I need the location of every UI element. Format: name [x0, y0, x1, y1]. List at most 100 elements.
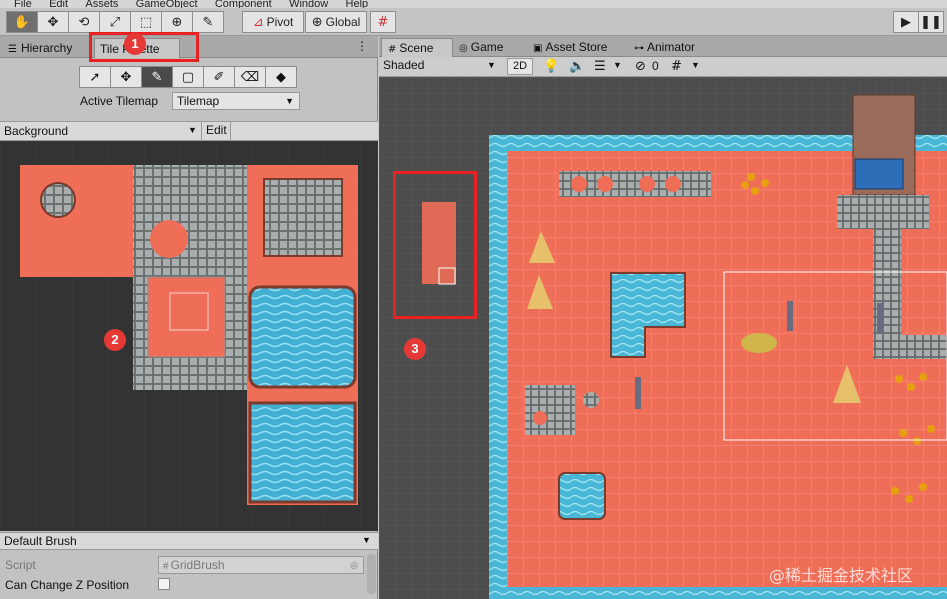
active-tilemap-dropdown[interactable]: Tilemap ▼ — [172, 92, 300, 110]
character — [877, 303, 883, 333]
eraser-icon: ⌫ — [240, 69, 260, 85]
brush-dropdown-icon[interactable]: ▼ — [362, 535, 371, 545]
globe-icon: ⊕ — [311, 14, 323, 30]
palette-tile — [20, 165, 133, 277]
grid-dropdown-icon[interactable]: ▼ — [691, 60, 700, 70]
move-icon: ✥ — [120, 69, 132, 85]
tile-palette-canvas — [0, 141, 378, 531]
shading-mode-label: Shaded — [383, 58, 425, 72]
palette-dropdown-icon[interactable]: ▼ — [188, 125, 197, 135]
tab-asset-store[interactable]: ▣ Asset Store — [533, 38, 633, 57]
menu-help[interactable]: Help — [346, 0, 369, 8]
annotation-badge-2: 2 — [104, 329, 126, 351]
2d-toggle[interactable]: 2D — [507, 58, 533, 75]
menu-component[interactable]: Component — [215, 0, 272, 8]
transform-tool-button[interactable]: ⊕ — [161, 11, 193, 33]
gamepad-icon: ◎ — [459, 43, 468, 54]
can-change-z-label: Can Change Z Position — [5, 578, 130, 592]
tab-animator-label: Animator — [647, 40, 696, 54]
rotate-icon: ⟲ — [78, 14, 90, 30]
eyedropper-icon: ✐ — [213, 69, 225, 85]
tab-scene[interactable]: # Scene — [381, 38, 453, 57]
rect-tool-button[interactable]: ⬚ — [130, 11, 162, 33]
grid-toggle-icon[interactable]: # — [671, 60, 682, 73]
scene-view[interactable] — [379, 77, 947, 599]
menu-edit[interactable]: Edit — [49, 0, 68, 8]
box-icon: ▢ — [181, 69, 195, 85]
tab-animator[interactable]: ⊶ Animator — [634, 38, 724, 57]
lighting-icon[interactable]: 💡 — [543, 60, 559, 73]
tab-hierarchy[interactable]: ☰ Hierarchy — [8, 38, 90, 58]
pivot-label: Pivot — [266, 15, 294, 29]
edit-palette-button[interactable]: Edit — [201, 122, 231, 140]
menu-window[interactable]: Window — [289, 0, 328, 8]
audio-icon[interactable]: 🔈 — [569, 60, 585, 73]
brush-name[interactable]: Default Brush — [4, 534, 77, 548]
grid-snap-icon: # — [377, 14, 389, 30]
pause-icon: ❚❚ — [920, 14, 942, 30]
paint-bucket-icon: ◆ — [276, 69, 286, 85]
chevron-down-icon: ▼ — [285, 96, 294, 106]
annotation-badge-1: 1 — [124, 33, 146, 55]
character — [787, 301, 793, 331]
move-tool-button[interactable]: ✥ — [37, 11, 69, 33]
tab-scene-label: Scene — [399, 41, 434, 55]
tile-palette-panel: ☰Hierarchy Tile Palette ⋮ ➚ ✥ ✎ ▢ ✐ ⌫ ◆ … — [0, 36, 378, 599]
watermark: @稀土掘金技术社区 — [769, 566, 914, 585]
fill-tool[interactable]: ◆ — [265, 66, 297, 88]
global-toggle[interactable]: ⊕ Global — [305, 11, 367, 33]
tile-palette-grid[interactable] — [0, 141, 378, 531]
effects-dropdown-icon[interactable]: ▼ — [613, 60, 622, 70]
visibility-off-icon[interactable]: ⊘ — [635, 60, 646, 73]
cursor-icon: ➚ — [89, 69, 101, 85]
scene-toolbar: Shaded ▼ 2D 💡 🔈 ☰ ▼ ⊘ 0 # ▼ — [379, 57, 947, 77]
hand-tool-button[interactable]: ✋ — [6, 11, 38, 33]
play-button[interactable]: ▶ — [893, 11, 919, 33]
box-fill-tool[interactable]: ▢ — [172, 66, 204, 88]
play-icon: ▶ — [901, 14, 911, 30]
move-selection-tool[interactable]: ✥ — [110, 66, 142, 88]
stone-block — [525, 385, 575, 435]
hand-icon: ✋ — [13, 14, 31, 30]
grid-icon: # — [388, 44, 397, 55]
animator-icon: ⊶ — [634, 43, 644, 54]
custom-tool-button[interactable]: ✎ — [192, 11, 224, 33]
menu-file[interactable]: File — [14, 0, 32, 8]
palette-name[interactable]: Background — [4, 124, 68, 138]
character — [635, 377, 641, 409]
menu-assets[interactable]: Assets — [85, 0, 118, 8]
shading-mode-dropdown[interactable]: Shaded — [383, 58, 424, 72]
rotate-tool-button[interactable]: ⟲ — [68, 11, 100, 33]
script-hash-icon: # — [163, 561, 169, 572]
eraser-tool[interactable]: ⌫ — [234, 66, 266, 88]
can-change-z-checkbox[interactable] — [158, 578, 170, 590]
hidden-count: 0 — [652, 59, 659, 73]
target-icon: ◎ — [350, 560, 358, 570]
brush-bar: Default Brush ▼ — [0, 532, 378, 550]
scale-icon: ⤢ — [109, 14, 121, 30]
pause-button[interactable]: ❚❚ — [918, 11, 944, 33]
palette-bar: Background ▼ Edit — [0, 121, 378, 141]
scale-tool-button[interactable]: ⤢ — [99, 11, 131, 33]
bush — [741, 333, 777, 353]
snap-toggle[interactable]: # — [370, 11, 396, 33]
brush-tool-icon: ✎ — [202, 14, 214, 30]
pivot-toggle[interactable]: ⊿ Pivot — [242, 11, 304, 33]
annotation-badge-3: 3 — [404, 338, 426, 360]
menu-gameobject[interactable]: GameObject — [136, 0, 198, 8]
picker-tool[interactable]: ✐ — [203, 66, 235, 88]
shading-dropdown-icon[interactable]: ▼ — [487, 60, 496, 70]
tab-game[interactable]: ◎ Game — [459, 38, 527, 57]
paint-tool[interactable]: ✎ — [141, 66, 173, 88]
inspector-scrollbar[interactable] — [367, 554, 376, 594]
effects-icon[interactable]: ☰ — [594, 60, 606, 73]
annotation-box-3 — [393, 171, 477, 319]
paint-tools: ➚ ✥ ✎ ▢ ✐ ⌫ ◆ — [79, 66, 297, 88]
rect-icon: ⬚ — [139, 14, 153, 30]
scene-canvas — [379, 77, 947, 599]
global-label: Global — [325, 15, 361, 29]
select-tool[interactable]: ➚ — [79, 66, 111, 88]
panel-menu-icon[interactable]: ⋮ — [356, 39, 368, 53]
pivot-icon: ⊿ — [252, 14, 264, 30]
script-value: GridBrush — [170, 558, 225, 572]
